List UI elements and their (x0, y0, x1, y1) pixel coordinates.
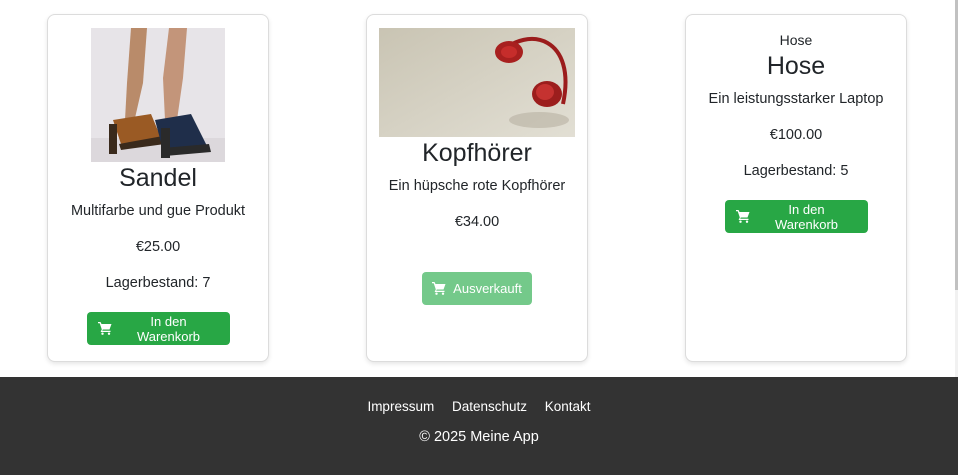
button-label: In den Warenkorb (136, 313, 201, 344)
product-price: €25.00 (135, 239, 181, 255)
product-price: €34.00 (454, 214, 500, 230)
product-card-hose: Hose Hose Ein leistungsstarker Laptop €1… (685, 14, 907, 362)
product-image-headphones (379, 28, 575, 137)
product-price: €100.00 (769, 127, 823, 143)
site-footer: Impressum Datenschutz Kontakt © 2025 Mei… (0, 377, 958, 475)
footer-link-impressum[interactable]: Impressum (367, 399, 434, 414)
add-to-cart-button[interactable]: In den Warenkorb (86, 312, 230, 345)
product-title: Sandel (119, 164, 197, 192)
footer-link-datenschutz[interactable]: Datenschutz (452, 399, 527, 414)
product-image-sandals (91, 28, 225, 162)
product-description: Ein leistungsstarker Laptop (708, 91, 884, 107)
product-stock: Lagerbestand: 7 (105, 275, 211, 291)
product-stock: Lagerbestand: 5 (743, 163, 849, 179)
copyright-text: © 2025 Meine App (419, 429, 539, 445)
add-to-cart-button[interactable]: In den Warenkorb (724, 200, 868, 233)
button-label: In den Warenkorb (774, 201, 839, 232)
product-description: Multifarbe und gue Produkt (70, 203, 246, 219)
product-title: Hose (766, 52, 826, 80)
product-description: Ein hüpsche rote Kopfhörer (388, 178, 566, 194)
product-card-kopfhoerer: Kopfhörer Ein hüpsche rote Kopfhörer €34… (366, 14, 588, 362)
cart-icon (432, 282, 446, 295)
product-image-alt-text: Hose (779, 32, 813, 48)
footer-link-kontakt[interactable]: Kontakt (545, 399, 591, 414)
cart-icon (97, 322, 112, 335)
button-label: Ausverkauft (453, 281, 522, 296)
product-card-sandel: Sandel Multifarbe und gue Produkt €25.00… (47, 14, 269, 362)
sold-out-button[interactable]: Ausverkauft (422, 272, 532, 305)
footer-links: Impressum Datenschutz Kontakt (0, 377, 958, 414)
product-title: Kopfhörer (422, 139, 532, 167)
cart-icon (735, 210, 750, 223)
